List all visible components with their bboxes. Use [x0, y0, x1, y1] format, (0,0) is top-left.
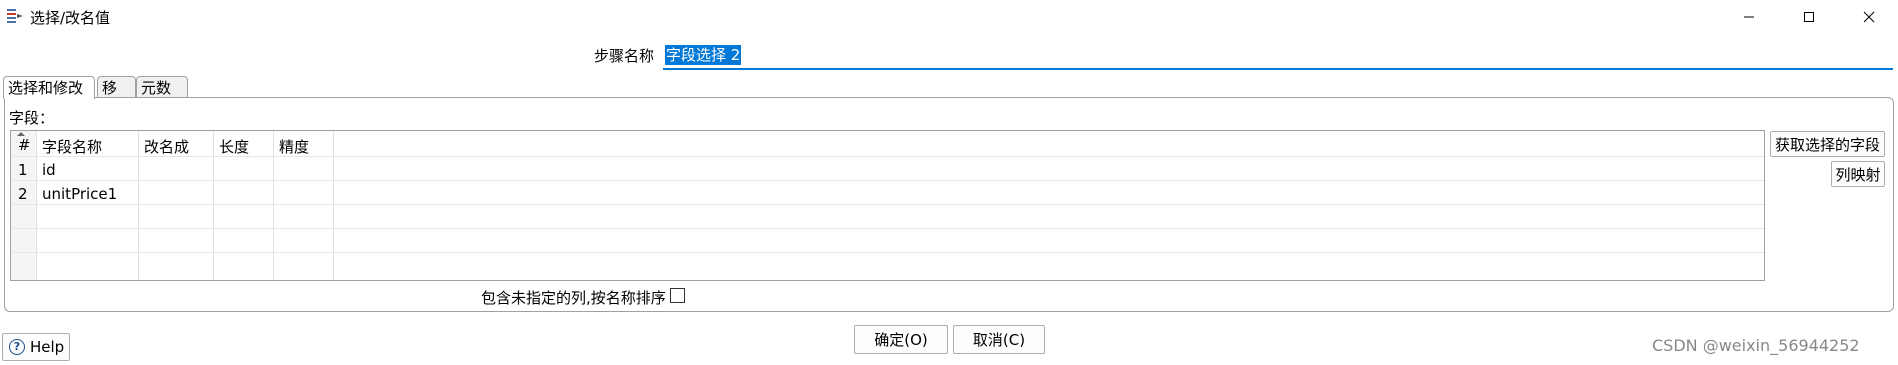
- header-length[interactable]: 长度: [219, 136, 249, 157]
- header-row-number: #: [18, 136, 31, 154]
- help-button[interactable]: ? Help: [2, 333, 70, 361]
- help-icon: ?: [9, 339, 25, 355]
- maximize-icon: [1804, 12, 1814, 22]
- include-unspecified-label: 包含未指定的列,按名称排序: [481, 289, 666, 307]
- fields-table[interactable]: # 字段名称 改名成 长度 精度 1 id 2 unitPrice1: [10, 130, 1765, 281]
- field-name-cell[interactable]: id: [42, 161, 56, 179]
- column-mapping-button[interactable]: 列映射: [1831, 161, 1885, 187]
- tab-metadata[interactable]: 元数据: [136, 76, 188, 117]
- select-values-icon: [6, 8, 24, 24]
- row-number: 1: [18, 161, 28, 179]
- step-name-value: 字段选择 2: [665, 45, 742, 65]
- window-title: 选择/改名值: [30, 9, 111, 27]
- help-label: Help: [30, 338, 65, 356]
- maximize-button[interactable]: [1786, 0, 1832, 34]
- step-name-input[interactable]: 字段选择 2: [663, 44, 1893, 70]
- fields-label: 字段：: [9, 109, 55, 127]
- field-name-cell[interactable]: unitPrice1: [42, 185, 117, 203]
- header-rename-to[interactable]: 改名成: [144, 136, 189, 157]
- title-bar: 选择/改名值: [0, 0, 1898, 34]
- watermark: CSDN @weixin_56944252: [1652, 336, 1860, 355]
- close-icon: [1863, 11, 1875, 23]
- header-precision[interactable]: 精度: [279, 136, 309, 157]
- tab-select-and-alter[interactable]: 选择和修改: [3, 76, 95, 99]
- get-fields-button[interactable]: 获取选择的字段: [1770, 131, 1885, 157]
- close-button[interactable]: [1846, 0, 1892, 34]
- row-number: 2: [18, 185, 28, 203]
- step-name-label: 步骤名称: [594, 47, 655, 65]
- header-field-name[interactable]: 字段名称: [42, 136, 102, 157]
- cancel-button[interactable]: 取消(C): [953, 325, 1045, 354]
- minimize-button[interactable]: [1726, 0, 1772, 34]
- minimize-icon: [1744, 16, 1754, 18]
- ok-button[interactable]: 确定(O): [854, 325, 948, 354]
- include-unspecified-checkbox[interactable]: [670, 288, 685, 303]
- tab-remove[interactable]: 移除: [97, 76, 136, 117]
